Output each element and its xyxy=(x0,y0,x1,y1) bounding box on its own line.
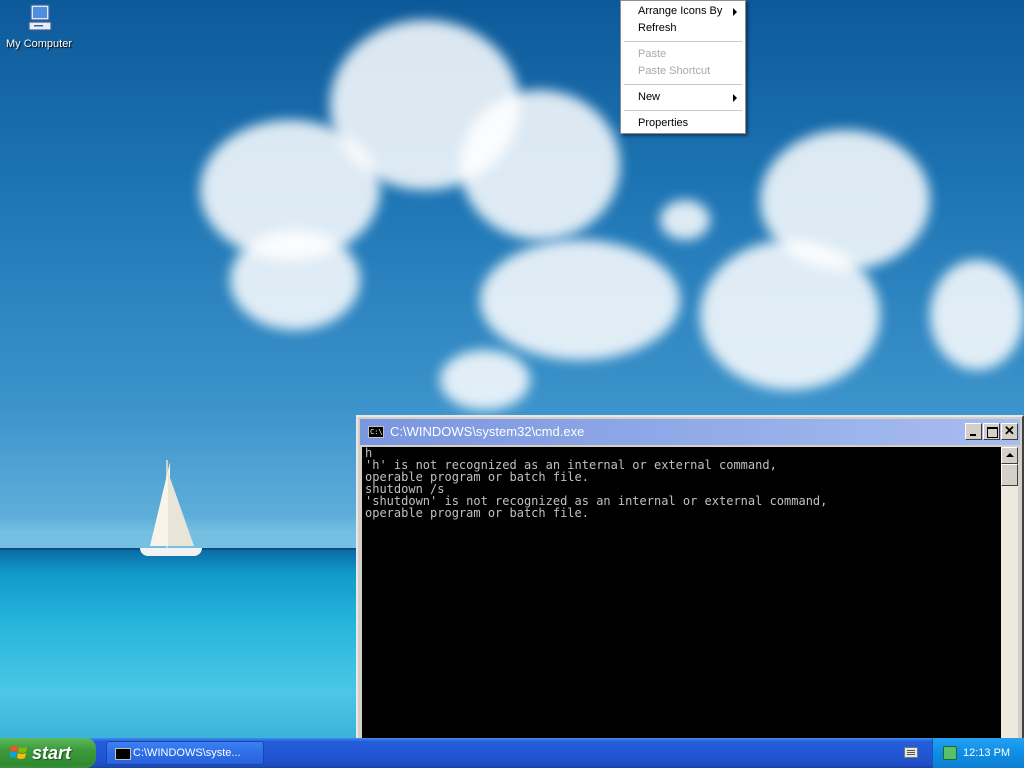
menu-separator xyxy=(624,84,742,85)
submenu-arrow-icon xyxy=(733,8,737,16)
taskbar-button-cmd[interactable]: C:\WINDOWS\syste... xyxy=(106,741,264,765)
menu-item-properties[interactable]: Properties xyxy=(621,115,745,132)
wallpaper-cloud xyxy=(230,230,360,330)
menu-item-label: Paste Shortcut xyxy=(638,65,711,77)
taskbar: start C:\WINDOWS\syste... 12:13 PM xyxy=(0,738,1024,768)
menu-item-label: Refresh xyxy=(638,22,677,34)
menu-item-new[interactable]: New xyxy=(621,89,745,106)
menu-item-label: Paste xyxy=(638,48,667,60)
menu-separator xyxy=(624,41,742,42)
wallpaper-cloud xyxy=(460,90,620,240)
sailboat-mainsail xyxy=(150,462,170,546)
system-tray: 12:13 PM xyxy=(932,738,1024,768)
start-label: start xyxy=(32,743,72,763)
menu-separator xyxy=(624,110,742,111)
clock[interactable]: 12:13 PM xyxy=(963,738,1010,768)
desktop-icon-label: My Computer xyxy=(5,38,73,50)
scroll-thumb[interactable] xyxy=(1001,464,1018,486)
taskbar-button-label: C:\WINDOWS\syste... xyxy=(133,747,241,759)
wallpaper-cloud xyxy=(440,350,530,410)
submenu-arrow-icon xyxy=(733,94,737,102)
menu-item-arrange-icons-by[interactable]: Arrange Icons By xyxy=(621,3,745,20)
vertical-scrollbar[interactable] xyxy=(1001,447,1018,741)
menu-item-label: Properties xyxy=(638,117,689,129)
menu-item-label: New xyxy=(638,91,661,103)
cmd-icon[interactable] xyxy=(368,419,384,445)
cmd-window-title: C:\WINDOWS\system32\cmd.exe xyxy=(390,424,585,439)
cmd-icon xyxy=(115,748,131,760)
my-computer-icon xyxy=(28,4,52,31)
menu-item-refresh[interactable]: Refresh xyxy=(621,20,745,37)
scroll-up-button[interactable] xyxy=(1001,447,1018,464)
desktop-context-menu: Arrange Icons By Refresh Paste Paste Sho… xyxy=(620,0,746,134)
close-button[interactable]: ✕ xyxy=(1001,423,1018,440)
desktop-icon-my-computer[interactable]: My Computer xyxy=(4,2,74,50)
sailboat-jib xyxy=(168,472,194,546)
maximize-button[interactable] xyxy=(983,423,1000,440)
wallpaper-cloud xyxy=(660,200,710,240)
wallpaper-cloud xyxy=(480,240,680,360)
start-button[interactable]: start xyxy=(0,738,96,768)
minimize-button[interactable] xyxy=(965,423,982,440)
console-line: operable program or batch file. xyxy=(365,470,589,484)
menu-item-paste-shortcut: Paste Shortcut xyxy=(621,63,745,80)
wallpaper-cloud xyxy=(700,240,880,390)
menu-item-paste: Paste xyxy=(621,46,745,63)
keyboard-icon[interactable] xyxy=(904,747,918,758)
wallpaper-cloud xyxy=(930,260,1024,370)
network-icon[interactable] xyxy=(943,746,957,760)
sailboat-hull xyxy=(140,548,202,556)
console-output[interactable]: h 'h' is not recognized as an internal o… xyxy=(362,447,1005,741)
menu-item-label: Arrange Icons By xyxy=(638,5,723,17)
console-line: operable program or batch file. xyxy=(365,506,589,520)
windows-logo-icon xyxy=(10,746,27,759)
cmd-titlebar[interactable]: C:\WINDOWS\system32\cmd.exe ✕ xyxy=(360,419,1020,445)
cmd-window[interactable]: C:\WINDOWS\system32\cmd.exe ✕ h 'h' is n… xyxy=(356,415,1024,745)
